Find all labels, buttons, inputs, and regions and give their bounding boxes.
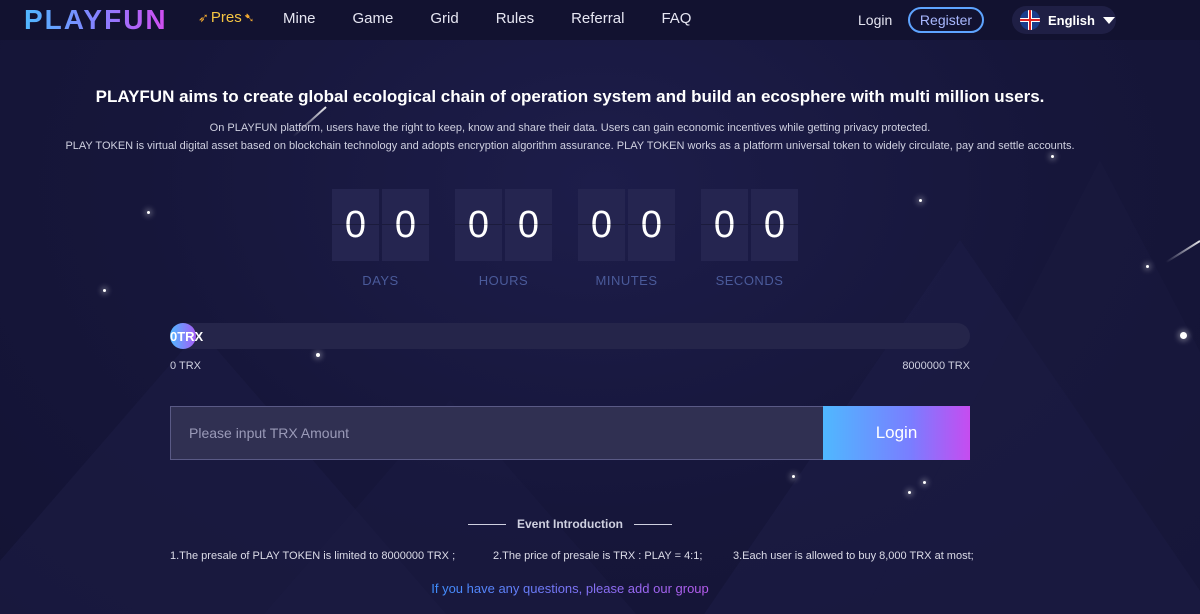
intro-line-1: On PLAYFUN platform, users have the righ… <box>209 122 931 134</box>
wing-left-icon: ➶ <box>198 9 209 25</box>
chevron-down-icon <box>1102 16 1115 24</box>
nav-rules[interactable]: Rules <box>496 10 534 27</box>
event-rule-2: 2.The price of presale is TRX : PLAY = 4… <box>493 550 703 562</box>
page-headline: PLAYFUN aims to create global ecological… <box>95 87 1045 106</box>
presale-progress-bar: 0TRX <box>170 323 970 349</box>
nav-grid[interactable]: Grid <box>430 10 458 27</box>
trx-amount-input[interactable] <box>170 406 823 460</box>
purchase-login-button[interactable]: Login <box>823 406 970 460</box>
progress-min-label: 0 TRX <box>170 360 201 372</box>
event-rule-1: 1.The presale of PLAY TOKEN is limited t… <box>170 550 456 562</box>
countdown-days: 0 0 DAYS <box>332 189 429 288</box>
divider <box>468 523 506 525</box>
event-introduction-heading: Event Introduction <box>468 517 672 531</box>
progress-max-label: 8000000 TRX <box>902 360 970 372</box>
countdown-minutes: 0 0 MINUTES <box>578 189 675 288</box>
minutes-label: MINUTES <box>595 273 658 288</box>
presale-badge[interactable]: ➶ Pres ➷ <box>198 9 255 26</box>
seconds-digit-1: 0 <box>701 189 748 261</box>
presale-badge-label: Pres <box>210 9 242 26</box>
main-nav: Mine Game Grid Rules Referral FAQ <box>283 10 728 27</box>
days-digit-2: 0 <box>382 189 429 261</box>
progress-value: 0TRX <box>170 329 204 344</box>
days-label: DAYS <box>362 273 399 288</box>
nav-referral[interactable]: Referral <box>571 10 624 27</box>
hours-label: HOURS <box>478 273 529 288</box>
hours-digit-2: 0 <box>505 189 552 261</box>
minutes-digit-2: 0 <box>628 189 675 261</box>
days-digit-1: 0 <box>332 189 379 261</box>
register-button[interactable]: Register <box>908 7 984 33</box>
event-title: Event Introduction <box>517 517 623 531</box>
nav-game[interactable]: Game <box>353 10 394 27</box>
nav-mine[interactable]: Mine <box>283 10 316 27</box>
nav-faq[interactable]: FAQ <box>661 10 691 27</box>
seconds-label: SECONDS <box>715 273 784 288</box>
language-label: English <box>1048 12 1095 28</box>
presale-countdown: 0 0 DAYS 0 0 HOURS 0 0 MINUTES 0 0 SECON… <box>332 189 824 288</box>
intro-line-2: PLAY TOKEN is virtual digital asset base… <box>65 140 1075 152</box>
site-logo[interactable]: PLAYFUN <box>24 4 168 36</box>
header-login-link[interactable]: Login <box>858 12 892 28</box>
event-rule-3: 3.Each user is allowed to buy 8,000 TRX … <box>733 550 974 562</box>
divider <box>634 523 672 525</box>
countdown-hours: 0 0 HOURS <box>455 189 552 288</box>
language-selector[interactable]: English <box>1012 6 1116 34</box>
minutes-digit-1: 0 <box>578 189 625 261</box>
countdown-seconds: 0 0 SECONDS <box>701 189 798 288</box>
contact-group-link[interactable]: If you have any questions, please add ou… <box>0 581 1140 596</box>
uk-flag-icon <box>1020 10 1040 30</box>
wing-right-icon: ➷ <box>243 9 255 25</box>
top-navbar: PLAYFUN ➶ Pres ➷ Mine Game Grid Rules Re… <box>0 0 1200 40</box>
hours-digit-1: 0 <box>455 189 502 261</box>
seconds-digit-2: 0 <box>751 189 798 261</box>
